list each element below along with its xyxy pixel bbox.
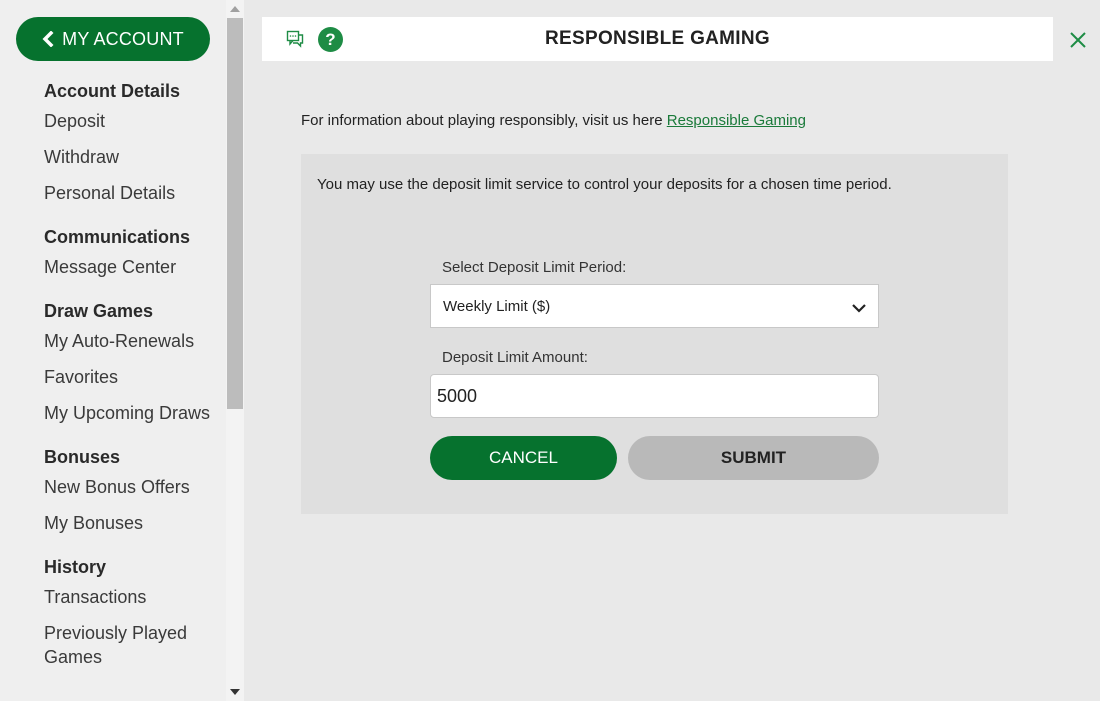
cancel-button[interactable]: CANCEL (430, 436, 617, 480)
modal-header: ? RESPONSIBLE GAMING (262, 17, 1053, 61)
my-account-label: MY ACCOUNT (62, 28, 184, 49)
period-label: Select Deposit Limit Period: (442, 259, 627, 276)
nav-group-draw-games: Draw Games My Auto-Renewals Favorites My… (44, 298, 224, 432)
nav-group-history: History Transactions Previously Played G… (44, 554, 224, 676)
info-text-label: For information about playing responsibl… (301, 112, 667, 129)
sidebar-item-upcoming-draws[interactable]: My Upcoming Draws (44, 396, 224, 432)
info-text: For information about playing responsibl… (301, 112, 806, 129)
chevron-down-icon (852, 300, 866, 317)
nav-heading: Draw Games (44, 301, 154, 321)
sidebar-item-withdraw[interactable]: Withdraw (44, 140, 224, 176)
sidebar-item-personal-details[interactable]: Personal Details (44, 176, 224, 212)
deposit-limit-panel: You may use the deposit limit service to… (301, 154, 1008, 514)
sidebar-item-my-bonuses[interactable]: My Bonuses (44, 506, 224, 542)
scroll-down-arrow-icon[interactable] (230, 687, 240, 697)
submit-button[interactable]: SUBMIT (628, 436, 879, 480)
scroll-up-arrow-icon[interactable] (230, 4, 240, 14)
sidebar-item-transactions[interactable]: Transactions (44, 580, 224, 616)
nav-heading: Account Details (44, 81, 181, 101)
sidebar-item-new-bonus-offers[interactable]: New Bonus Offers (44, 470, 224, 506)
my-account-button[interactable]: MY ACCOUNT (16, 17, 210, 61)
nav-heading: Bonuses (44, 447, 121, 467)
sidebar-nav: Account Details Deposit Withdraw Persona… (44, 78, 224, 688)
sidebar-item-favorites[interactable]: Favorites (44, 360, 224, 396)
sidebar-item-message-center[interactable]: Message Center (44, 250, 224, 286)
account-sidebar: MY ACCOUNT Account Details Deposit Withd… (0, 0, 226, 701)
page-title: RESPONSIBLE GAMING (545, 28, 770, 49)
sidebar-item-auto-renewals[interactable]: My Auto-Renewals (44, 324, 224, 360)
deposit-limit-amount-input[interactable] (430, 374, 879, 418)
nav-heading: Communications (44, 227, 191, 247)
nav-group-account-details: Account Details Deposit Withdraw Persona… (44, 78, 224, 212)
nav-group-communications: Communications Message Center (44, 224, 224, 286)
sidebar-item-previously-played[interactable]: Previously Played Games (44, 616, 224, 676)
sidebar-scrollbar[interactable] (226, 0, 244, 701)
sidebar-item-deposit[interactable]: Deposit (44, 104, 224, 140)
responsible-gaming-link[interactable]: Responsible Gaming (667, 112, 806, 129)
deposit-limit-period-select[interactable]: Weekly Limit ($) (430, 284, 879, 328)
amount-label: Deposit Limit Amount: (442, 349, 588, 366)
panel-description: You may use the deposit limit service to… (317, 176, 892, 193)
scrollbar-thumb[interactable] (227, 18, 243, 409)
close-icon[interactable] (1068, 30, 1088, 50)
nav-group-bonuses: Bonuses New Bonus Offers My Bonuses (44, 444, 224, 542)
chevron-left-icon (42, 31, 54, 47)
nav-heading: History (44, 557, 107, 577)
period-selected-value: Weekly Limit ($) (443, 297, 551, 315)
